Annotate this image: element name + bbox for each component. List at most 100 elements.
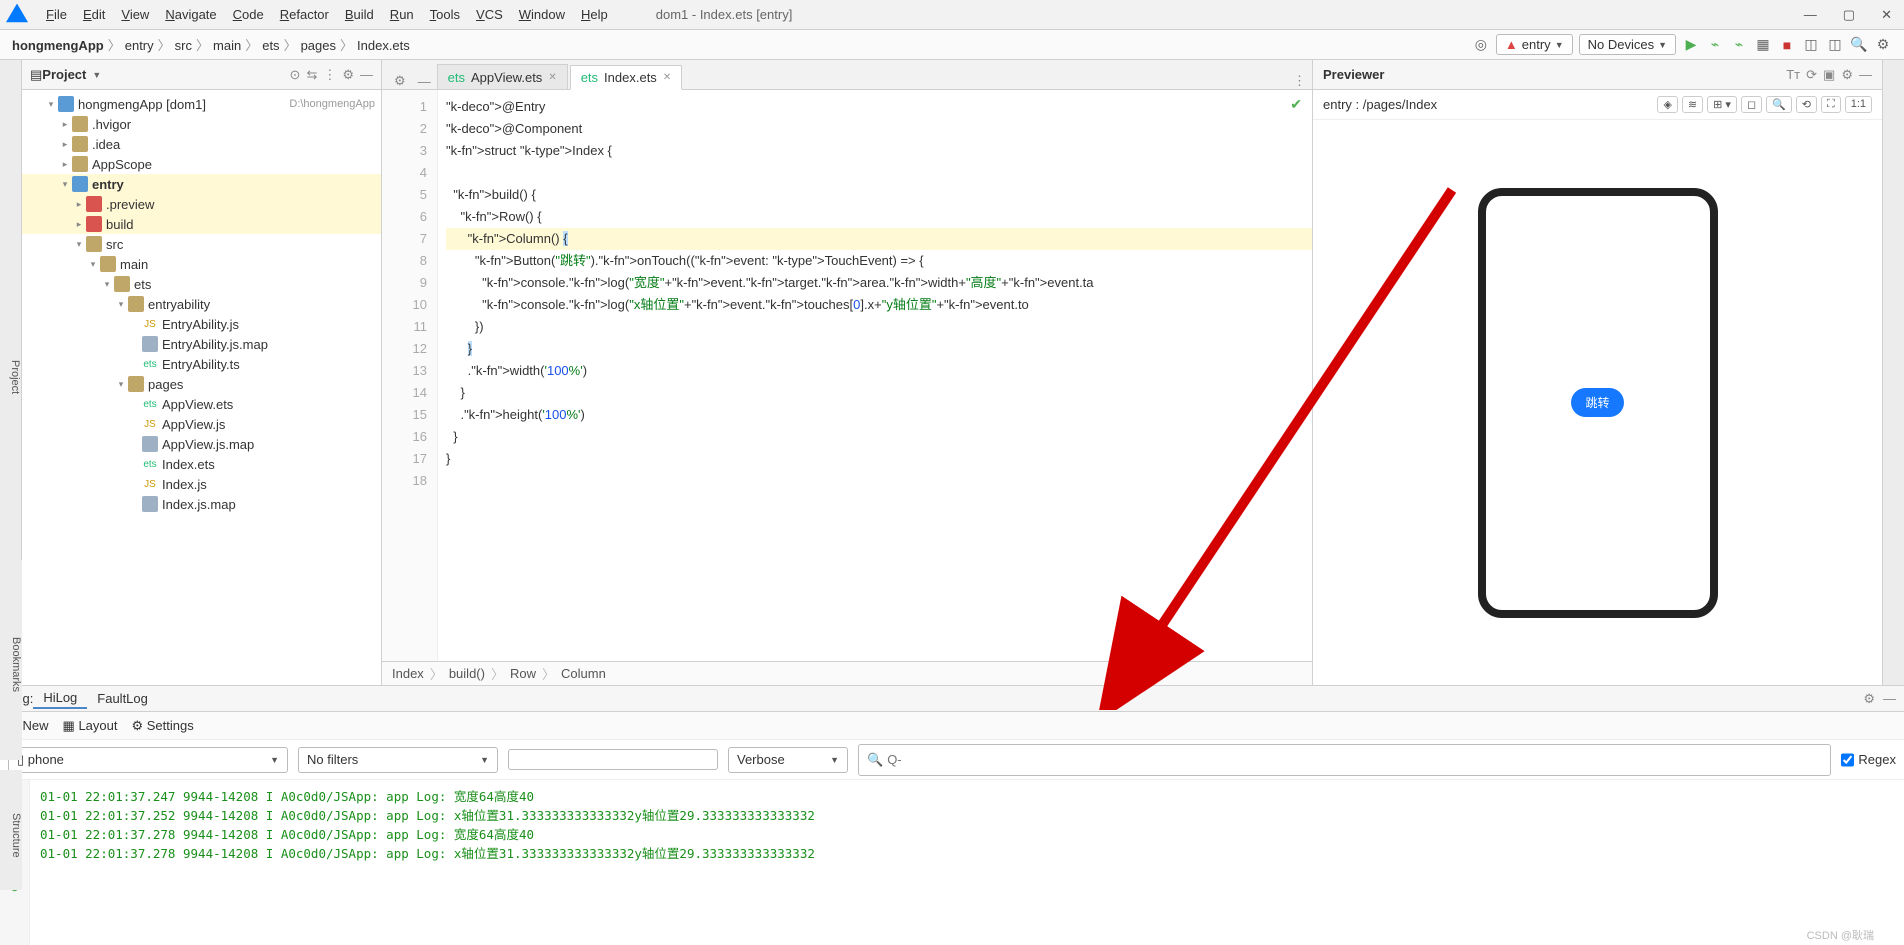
close-button[interactable]: ✕ — [1875, 7, 1898, 23]
pv-crop-icon[interactable]: ◻ — [1741, 96, 1762, 113]
menu-window[interactable]: Window — [511, 5, 573, 24]
crumb-1[interactable]: entry — [125, 38, 154, 53]
locate-icon[interactable]: ⊙ — [290, 67, 301, 83]
log-device-dd[interactable]: ▯ phone▼ — [8, 747, 288, 773]
menu-tools[interactable]: Tools — [422, 5, 468, 24]
collapse-icon[interactable]: ⋮ — [323, 67, 336, 83]
menu-build[interactable]: Build — [337, 5, 382, 24]
module-selector[interactable]: ▲entry▼ — [1496, 34, 1573, 55]
log-filter-dd[interactable]: No filters▼ — [298, 747, 498, 773]
crumb-5[interactable]: pages — [301, 38, 336, 53]
log-level-dd[interactable]: Verbose▼ — [728, 747, 848, 773]
close-tab-icon[interactable]: ✕ — [663, 72, 671, 83]
menu-navigate[interactable]: Navigate — [157, 5, 224, 24]
side-tab-bookmarks[interactable]: Bookmarks — [0, 560, 22, 760]
pv-rotate-icon[interactable]: ⟲ — [1796, 96, 1817, 113]
hide-icon[interactable]: — — [360, 67, 373, 83]
pv-grid-icon[interactable]: ⊞ ▾ — [1707, 96, 1737, 113]
editor-tab[interactable]: etsIndex.ets✕ — [570, 65, 683, 90]
log-regex-toggle[interactable]: Regex — [1841, 747, 1896, 773]
tree-node[interactable]: ▾hongmengApp [dom1]D:\hongmengApp — [22, 94, 381, 114]
tree-node[interactable]: etsAppView.ets — [22, 394, 381, 414]
tabs-minus-icon[interactable]: — — [412, 74, 437, 89]
coverage-button[interactable]: ⌁ — [1730, 36, 1748, 54]
crumb-2[interactable]: src — [175, 38, 192, 53]
tab-hilog[interactable]: HiLog — [33, 688, 87, 709]
pv-tt-icon[interactable]: Tᴛ — [1786, 67, 1800, 83]
profile-button[interactable]: ▦ — [1754, 36, 1772, 54]
tree-node[interactable]: etsEntryAbility.ts — [22, 354, 381, 374]
code-crumb[interactable]: Row — [510, 666, 536, 681]
crumb-4[interactable]: ets — [262, 38, 279, 53]
menu-refactor[interactable]: Refactor — [272, 5, 337, 24]
minimize-button[interactable]: — — [1798, 7, 1823, 23]
tree-node[interactable]: ▸.preview — [22, 194, 381, 214]
code-editor[interactable]: 123456789101112131415161718 "k-deco">@En… — [382, 90, 1312, 661]
settings-icon[interactable]: ⚙ — [1874, 36, 1892, 54]
tree-node[interactable]: ▸build — [22, 214, 381, 234]
tree-node[interactable]: ▾main — [22, 254, 381, 274]
menu-help[interactable]: Help — [573, 5, 616, 24]
project-panel-title[interactable]: Project — [42, 67, 86, 82]
pv-gear-icon[interactable]: ⚙ — [1841, 67, 1853, 83]
tab-faultlog[interactable]: FaultLog — [87, 689, 158, 708]
log-tag-input[interactable] — [508, 749, 718, 770]
menu-view[interactable]: View — [113, 5, 157, 24]
crumb-0[interactable]: hongmengApp — [12, 38, 104, 53]
pv-inspect-icon[interactable]: ◈ — [1657, 96, 1677, 113]
pv-ratio-icon[interactable]: 1:1 — [1845, 96, 1872, 113]
pv-full-icon[interactable]: ⛶ — [1821, 96, 1841, 113]
menu-run[interactable]: Run — [382, 5, 422, 24]
project-tree[interactable]: ▾hongmengApp [dom1]D:\hongmengApp▸.hvigo… — [22, 90, 381, 685]
tree-node[interactable]: ▾entryability — [22, 294, 381, 314]
tree-node[interactable]: JSAppView.js — [22, 414, 381, 434]
preview-button-jump[interactable]: 跳转 — [1571, 388, 1623, 417]
tree-node[interactable]: etsIndex.ets — [22, 454, 381, 474]
tree-node[interactable]: ▸AppScope — [22, 154, 381, 174]
stop-button[interactable]: ■ — [1778, 36, 1796, 54]
pv-layers-icon[interactable]: ≋ — [1682, 96, 1703, 113]
pv-snap-icon[interactable]: ▣ — [1823, 67, 1835, 83]
pv-hide-icon[interactable]: — — [1859, 67, 1872, 83]
tree-node[interactable]: ▸.hvigor — [22, 114, 381, 134]
log-settings[interactable]: ⚙ Settings — [131, 718, 193, 734]
tabs-more-icon[interactable]: ⋮ — [1287, 73, 1312, 89]
tree-node[interactable]: EntryAbility.js.map — [22, 334, 381, 354]
tree-node[interactable]: ▾pages — [22, 374, 381, 394]
gear-icon[interactable]: ⚙ — [342, 67, 354, 83]
sync-icon[interactable]: ◎ — [1472, 36, 1490, 54]
maximize-button[interactable]: ▢ — [1837, 7, 1861, 23]
tree-node[interactable]: ▸.idea — [22, 134, 381, 154]
code-breadcrumb[interactable]: Index〉build()〉Row〉Column — [382, 661, 1312, 685]
log-gear-icon[interactable]: ⚙ — [1863, 691, 1875, 707]
log-layout[interactable]: ▦ Layout — [63, 718, 118, 734]
tree-node[interactable]: Index.js.map — [22, 494, 381, 514]
tree-node[interactable]: JSIndex.js — [22, 474, 381, 494]
log-hide-icon[interactable]: — — [1883, 691, 1896, 707]
expand-icon[interactable]: ⇆ — [306, 67, 317, 83]
tree-node[interactable]: ▾entry — [22, 174, 381, 194]
menu-vcs[interactable]: VCS — [468, 5, 511, 24]
tree-node[interactable]: AppView.js.map — [22, 434, 381, 454]
crumb-6[interactable]: Index.ets — [357, 38, 410, 53]
code-crumb[interactable]: build() — [449, 666, 485, 681]
close-tab-icon[interactable]: ✕ — [548, 72, 556, 83]
menu-file[interactable]: File — [38, 5, 75, 24]
log-search-input[interactable]: 🔍 — [858, 744, 1831, 776]
device-selector[interactable]: No Devices▼ — [1579, 34, 1676, 55]
code-crumb[interactable]: Column — [561, 666, 606, 681]
search-icon[interactable]: 🔍 — [1850, 36, 1868, 54]
side-tab-structure[interactable]: Structure — [0, 770, 22, 890]
code-area[interactable]: "k-deco">@Entry"k-deco">@Component"k-fn"… — [438, 90, 1312, 661]
pv-zoom-icon[interactable]: 🔍 — [1766, 96, 1792, 113]
tabs-gear-icon[interactable]: ⚙ — [388, 73, 412, 89]
debug-button[interactable]: ⌁ — [1706, 36, 1724, 54]
menu-edit[interactable]: Edit — [75, 5, 113, 24]
log-output[interactable]: 01-01 22:01:37.247 9944-14208 I A0c0d0/J… — [30, 780, 1904, 945]
tree-node[interactable]: ▾ets — [22, 274, 381, 294]
tree-node[interactable]: ▾src — [22, 234, 381, 254]
menu-code[interactable]: Code — [225, 5, 272, 24]
tree-node[interactable]: JSEntryAbility.js — [22, 314, 381, 334]
editor-tab[interactable]: etsAppView.ets✕ — [437, 64, 568, 89]
pv-refresh-icon[interactable]: ⟳ — [1806, 67, 1817, 83]
